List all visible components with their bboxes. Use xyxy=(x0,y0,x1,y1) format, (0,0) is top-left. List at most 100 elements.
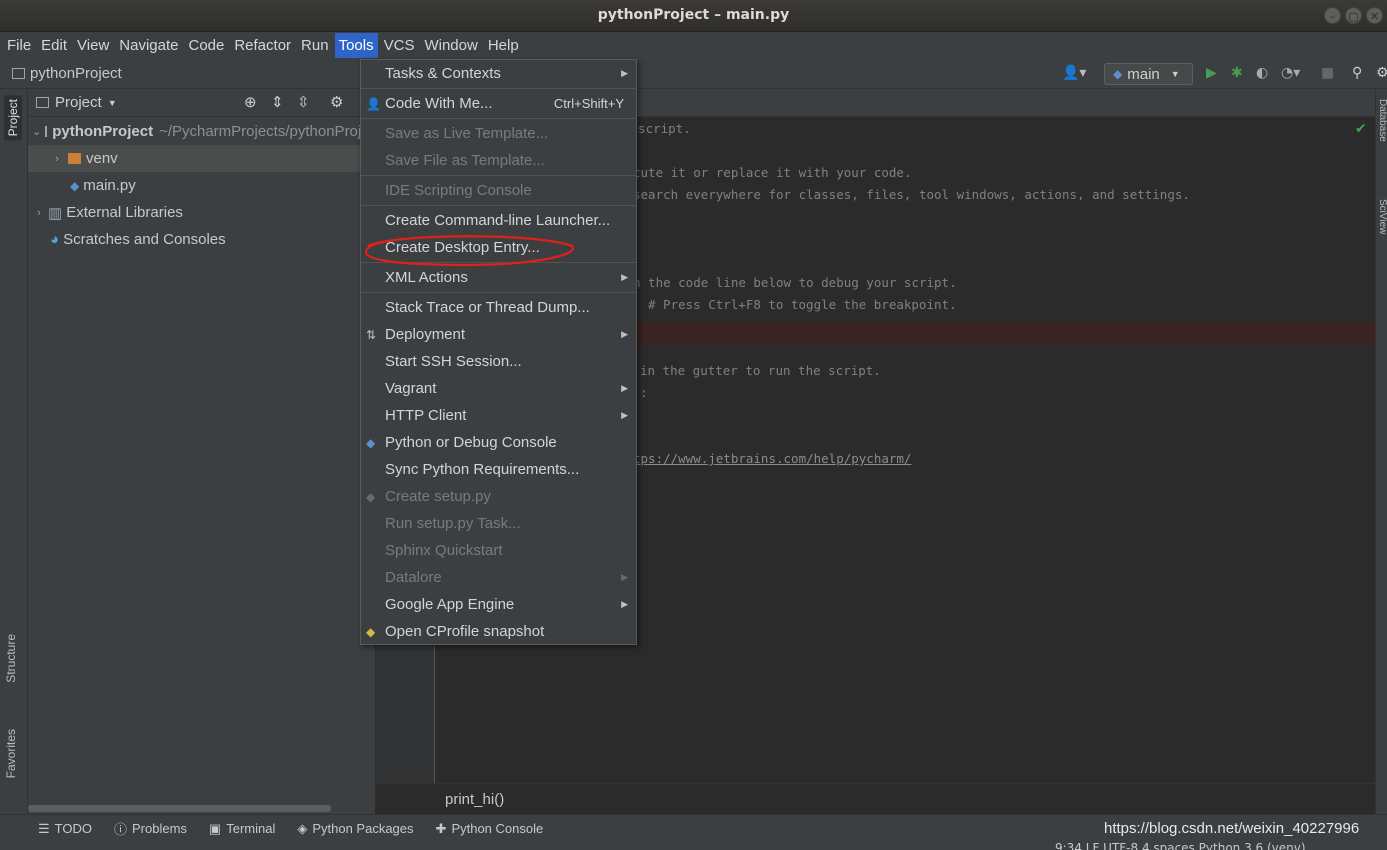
menu-item-code-with-me[interactable]: 👤 Code With Me... Ctrl+Shift+Y xyxy=(361,90,636,117)
terminal-icon: ▣ xyxy=(208,820,222,836)
menu-item-label: Tasks & Contexts xyxy=(385,65,501,82)
tree-item-label: Scratches and Consoles xyxy=(63,231,226,248)
status-bar: 9:34 LF UTF-8 4 spaces Python 3.6 (venv) xyxy=(0,842,1387,850)
menu-bar: File Edit View Navigate Code Refactor Ru… xyxy=(0,32,1387,59)
tree-item-external-libraries[interactable]: › ▥ External Libraries xyxy=(28,199,376,226)
chevron-down-icon[interactable]: ⌄ xyxy=(32,125,41,138)
menu-navigate[interactable]: Navigate xyxy=(115,33,182,58)
menu-item-deployment[interactable]: ⇅ Deployment ▶ xyxy=(361,321,636,348)
tree-item-main-py[interactable]: ◆ main.py xyxy=(28,172,376,199)
menu-item-label: IDE Scripting Console xyxy=(385,182,532,199)
tab-label: Problems xyxy=(132,821,187,836)
function-breadcrumb[interactable]: print_hi() xyxy=(445,791,504,808)
horizontal-scrollbar[interactable] xyxy=(28,805,331,812)
menu-item-start-ssh-session[interactable]: Start SSH Session... xyxy=(361,348,636,375)
deployment-icon: ⇅ xyxy=(366,327,377,342)
tab-label: Terminal xyxy=(226,821,276,836)
menu-edit[interactable]: Edit xyxy=(37,33,71,58)
menu-item-xml-actions[interactable]: XML Actions ▶ xyxy=(361,264,636,291)
editor-breadcrumb-bar: print_hi() xyxy=(376,783,1387,814)
menu-item-label: Sync Python Requirements... xyxy=(385,461,580,478)
menu-item-google-app-engine[interactable]: Google App Engine ▶ xyxy=(361,591,636,618)
menu-item-stack-trace[interactable]: Stack Trace or Thread Dump... xyxy=(361,294,636,321)
menu-separator xyxy=(361,175,636,176)
menu-item-open-cprofile[interactable]: ◆ Open CProfile snapshot xyxy=(361,618,636,645)
tab-project[interactable]: Project xyxy=(4,95,22,141)
collapse-all-icon[interactable]: ⇳ xyxy=(297,93,310,111)
nav-breadcrumb[interactable]: pythonProject xyxy=(12,65,122,82)
menu-item-tasks-contexts[interactable]: Tasks & Contexts ▶ xyxy=(361,60,636,87)
menu-separator xyxy=(361,292,636,293)
navigation-bar: pythonProject 👤▾ ◆ main ▼ ▶ ✱ ◐ ◔▾ ■ ⚲ ⚙ xyxy=(0,59,1387,89)
menu-item-label: Stack Trace or Thread Dump... xyxy=(385,299,590,316)
menu-item-ide-scripting-console: IDE Scripting Console xyxy=(361,177,636,204)
menu-view[interactable]: View xyxy=(73,33,113,58)
help-link[interactable]: tps://www.jetbrains.com/help/pycharm/ xyxy=(633,451,911,466)
tab-todo[interactable]: ☰ TODO xyxy=(38,821,92,837)
tab-terminal[interactable]: ▣ Terminal xyxy=(209,821,275,837)
search-icon[interactable]: ⚲ xyxy=(1352,65,1362,81)
menu-item-sync-requirements[interactable]: Sync Python Requirements... xyxy=(361,456,636,483)
watermark-text: https://blog.csdn.net/weixin_40227996 xyxy=(1104,820,1360,837)
tree-item-venv[interactable]: › venv xyxy=(28,145,376,172)
code-line: cute it or replace it with your code. xyxy=(633,165,912,180)
project-view-label[interactable]: Project xyxy=(55,94,102,111)
status-info: 9:34 LF UTF-8 4 spaces Python 3.6 (venv) xyxy=(1055,842,1306,850)
minimize-button[interactable]: – xyxy=(1324,7,1341,24)
submenu-arrow-icon: ▶ xyxy=(621,272,628,282)
menu-run[interactable]: Run xyxy=(297,33,333,58)
menu-item-vagrant[interactable]: Vagrant ▶ xyxy=(361,375,636,402)
menu-file[interactable]: File xyxy=(3,33,35,58)
run-icon[interactable]: ▶ xyxy=(1206,65,1217,81)
tab-database[interactable]: Database xyxy=(1377,99,1387,142)
expand-all-icon[interactable]: ⇕ xyxy=(271,93,284,111)
project-folder-icon xyxy=(12,68,25,79)
tab-sciview[interactable]: SciView xyxy=(1377,199,1387,234)
folder-icon xyxy=(45,126,48,137)
python-icon: ◆ xyxy=(1113,67,1123,81)
menu-window[interactable]: Window xyxy=(420,33,481,58)
stop-icon[interactable]: ■ xyxy=(1321,65,1334,81)
chevron-down-icon[interactable]: ▼ xyxy=(108,98,117,108)
gear-icon[interactable]: ⚙ xyxy=(330,93,343,111)
submenu-arrow-icon: ▶ xyxy=(621,383,628,393)
coverage-icon[interactable]: ◐ xyxy=(1256,65,1268,81)
tab-python-packages[interactable]: ◈ Python Packages xyxy=(297,821,413,837)
menu-item-python-debug-console[interactable]: ◆ Python or Debug Console xyxy=(361,429,636,456)
tab-problems[interactable]: ⓘ Problems xyxy=(114,819,187,838)
tab-python-console[interactable]: ✚ Python Console xyxy=(436,821,544,837)
code-line: in the gutter to run the script. xyxy=(640,363,881,378)
info-icon: ⓘ xyxy=(113,822,127,837)
tree-item-label: main.py xyxy=(83,177,136,194)
locate-icon[interactable]: ⊕ xyxy=(244,93,257,111)
menu-help[interactable]: Help xyxy=(484,33,523,58)
left-tool-strip: Project Structure Favorites xyxy=(0,89,28,814)
close-button[interactable]: ✕ xyxy=(1366,7,1383,24)
user-icon[interactable]: 👤▾ xyxy=(1062,65,1086,81)
menu-separator xyxy=(361,118,636,119)
profile-icon[interactable]: ◔▾ xyxy=(1281,65,1300,81)
chevron-right-icon[interactable]: › xyxy=(50,153,64,165)
tree-item-scratches[interactable]: ◕ Scratches and Consoles xyxy=(28,226,376,253)
settings-icon[interactable]: ⚙ xyxy=(1376,65,1387,81)
title-bar: pythonProject – main.py – ▢ ✕ xyxy=(0,0,1387,32)
tree-item-pythonproject[interactable]: ⌄ pythonProject ~/PycharmProjects/python… xyxy=(28,118,376,145)
chevron-right-icon[interactable]: › xyxy=(32,207,46,219)
menu-item-sphinx-quickstart: Sphinx Quickstart xyxy=(361,537,636,564)
submenu-arrow-icon: ▶ xyxy=(621,572,628,582)
menu-refactor[interactable]: Refactor xyxy=(230,33,295,58)
debug-icon[interactable]: ✱ xyxy=(1231,65,1243,81)
tree-item-label: External Libraries xyxy=(66,204,183,221)
tab-favorites[interactable]: Favorites xyxy=(4,729,18,778)
menu-item-create-desktop-entry[interactable]: Create Desktop Entry... xyxy=(361,234,636,261)
tab-label: Python Console xyxy=(451,821,544,836)
menu-vcs[interactable]: VCS xyxy=(380,33,419,58)
menu-code[interactable]: Code xyxy=(184,33,228,58)
layers-icon: ◈ xyxy=(297,820,308,836)
tab-structure[interactable]: Structure xyxy=(4,634,18,683)
maximize-button[interactable]: ▢ xyxy=(1345,7,1362,24)
menu-item-command-line-launcher[interactable]: Create Command-line Launcher... xyxy=(361,207,636,234)
menu-item-http-client[interactable]: HTTP Client ▶ xyxy=(361,402,636,429)
run-configuration-select[interactable]: ◆ main ▼ xyxy=(1104,63,1193,85)
menu-tools[interactable]: Tools xyxy=(334,33,378,58)
